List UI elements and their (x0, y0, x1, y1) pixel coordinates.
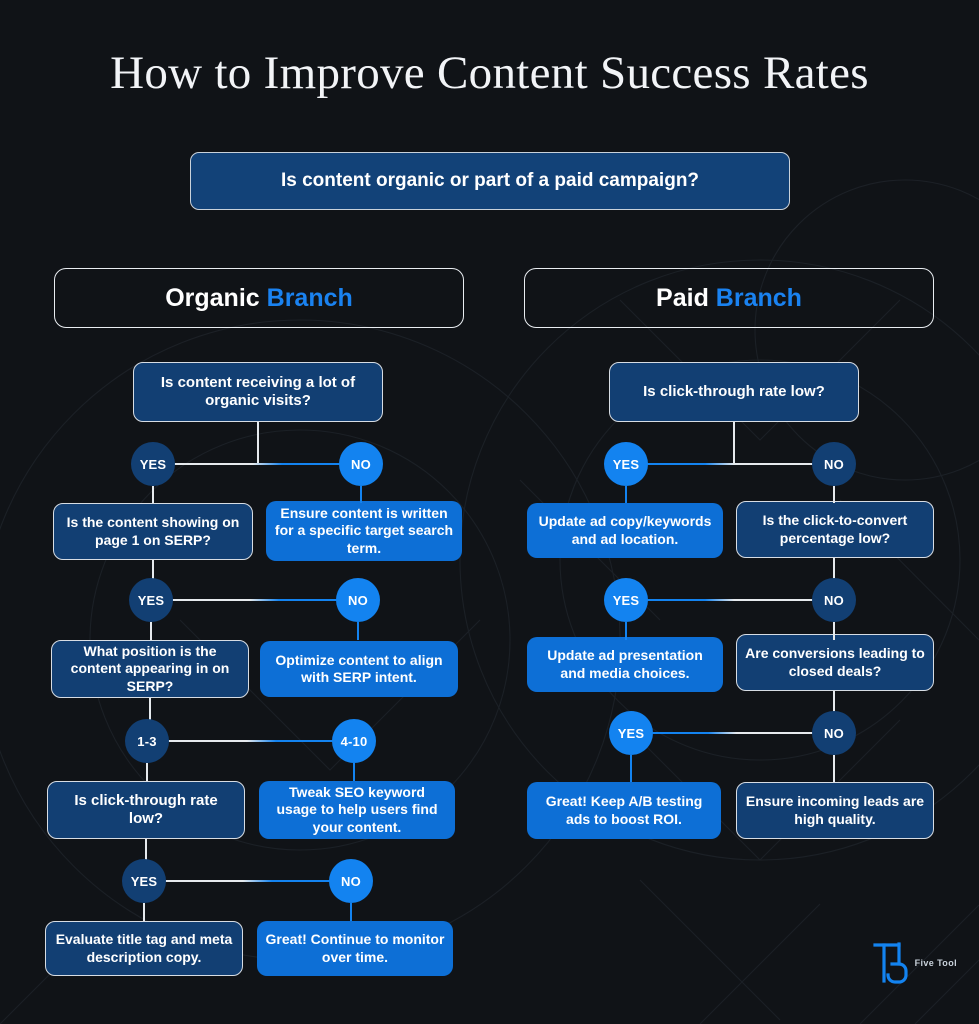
paid-pill-1-right: NO (812, 442, 856, 486)
connector-vertical (833, 486, 835, 503)
connector-horizontal (626, 599, 834, 601)
organic-answer-3: Tweak SEO keyword usage to help users fi… (259, 781, 455, 839)
connector-vertical (833, 622, 835, 640)
organic-question-1: Is content receiving a lot of organic vi… (133, 362, 383, 422)
branch-header-organic-accent: Branch (266, 283, 353, 312)
organic-pill-4-right: NO (329, 859, 373, 903)
paid-terminal: Ensure incoming leads are high quality. (736, 782, 934, 839)
logo: Five Tool (872, 940, 957, 986)
organic-pill-2-left: YES (129, 578, 173, 622)
five-tool-mark-icon (872, 942, 908, 984)
connector-vertical (630, 755, 632, 782)
flowchart-canvas: How to Improve Content Success Rates Is … (0, 0, 979, 1024)
connector-horizontal (147, 740, 355, 742)
connector-vertical (360, 486, 362, 503)
root-question-box: Is content organic or part of a paid cam… (190, 152, 790, 210)
paid-pill-2-right: NO (812, 578, 856, 622)
paid-pill-1-left: YES (604, 442, 648, 486)
connector-vertical (357, 622, 359, 640)
organic-question-4: Is click-through rate low? (47, 781, 245, 839)
paid-pill-3-right: NO (812, 711, 856, 755)
connector-vertical (353, 763, 355, 781)
paid-pill-2-left: YES (604, 578, 648, 622)
organic-answer-2: Optimize content to align with SERP inte… (260, 641, 458, 697)
paid-answer-3: Great! Keep A/B testing ads to boost ROI… (527, 782, 721, 839)
branch-header-organic-primary: Organic (165, 283, 260, 312)
organic-pill-3-right: 4-10 (332, 719, 376, 763)
connector-vertical (146, 763, 148, 781)
organic-pill-1-left: YES (131, 442, 175, 486)
connector-vertical (625, 622, 627, 640)
paid-answer-2: Update ad presentation and media choices… (527, 637, 723, 692)
organic-question-3: What position is the content appearing i… (51, 640, 249, 698)
logo-text: Five Tool (914, 958, 957, 968)
paid-question-2: Is the click-to-convert percentage low? (736, 501, 934, 558)
organic-terminal: Evaluate title tag and meta description … (45, 921, 243, 976)
page-title: How to Improve Content Success Rates (110, 47, 869, 99)
branch-header-paid-accent: Branch (715, 283, 802, 312)
connector-vertical (833, 755, 835, 782)
organic-pill-2-right: NO (336, 578, 380, 622)
paid-question-1: Is click-through rate low? (609, 362, 859, 422)
connector-horizontal (153, 463, 361, 465)
connector-vertical (150, 622, 152, 640)
connector-horizontal (626, 463, 834, 465)
connector-vertical (152, 486, 154, 503)
branch-header-organic: Organic Branch (54, 268, 464, 328)
organic-pill-1-right: NO (339, 442, 383, 486)
paid-pill-3-left: YES (609, 711, 653, 755)
connector-horizontal (150, 599, 358, 601)
connector-horizontal (143, 880, 351, 882)
organic-pill-3-left: 1-3 (125, 719, 169, 763)
organic-question-2: Is the content showing on page 1 on SERP… (53, 503, 253, 560)
connector-vertical (257, 422, 259, 464)
connector-vertical (733, 422, 735, 464)
paid-question-3: Are conversions leading to closed deals? (736, 634, 934, 691)
organic-answer-1: Ensure content is written for a specific… (266, 501, 462, 561)
connector-vertical (350, 903, 352, 921)
connector-horizontal (631, 732, 834, 734)
organic-pill-4-left: YES (122, 859, 166, 903)
paid-answer-1: Update ad copy/keywords and ad location. (527, 503, 723, 558)
connector-vertical (625, 486, 627, 503)
branch-header-paid-primary: Paid (656, 283, 709, 312)
branch-header-paid: Paid Branch (524, 268, 934, 328)
organic-answer-4: Great! Continue to monitor over time. (257, 921, 453, 976)
connector-vertical (143, 903, 145, 921)
